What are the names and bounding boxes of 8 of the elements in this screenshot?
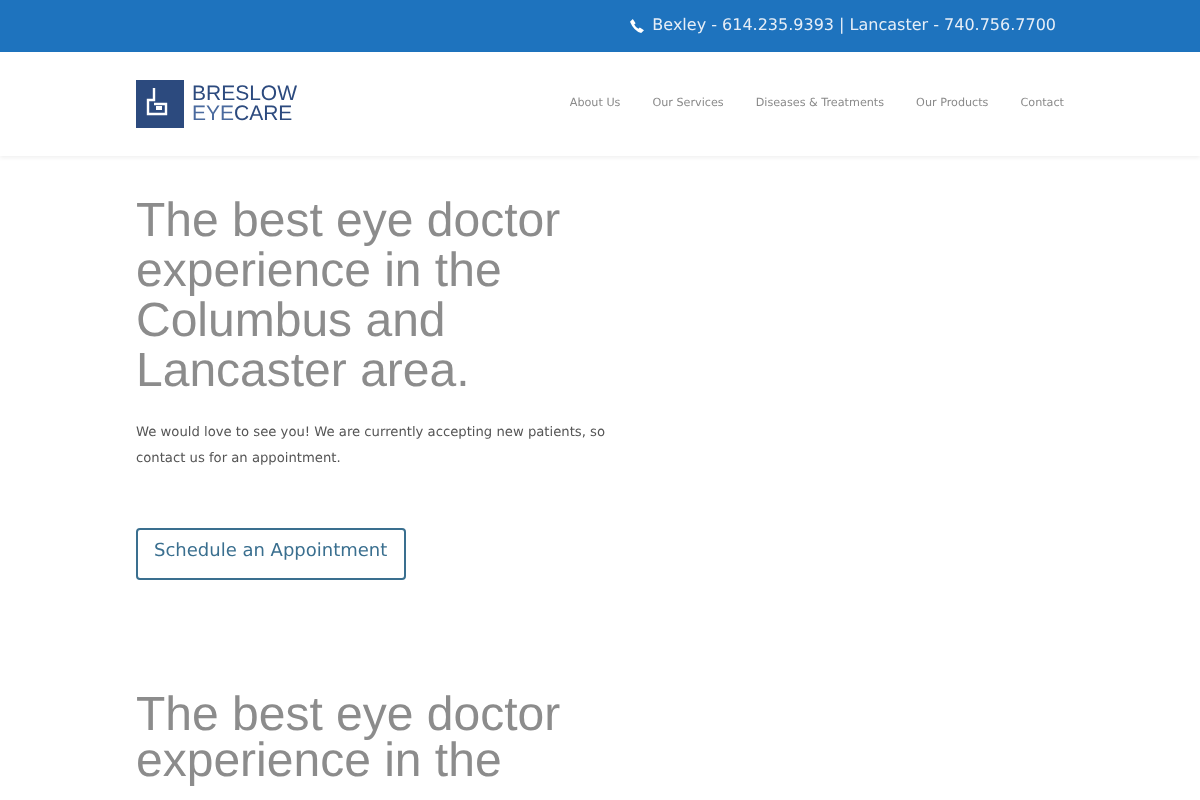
- phone-icon: [630, 18, 645, 34]
- breslow-logo[interactable]: BRESLOW EYECARE: [136, 80, 298, 128]
- logo-text: EYECARE: [192, 104, 295, 124]
- schedule-button[interactable]: Schedule an Appointment: [136, 528, 406, 579]
- phone-numbers: Bexley - 614.235.9393 | Lancaster - 740.756.7700: [652, 14, 1056, 38]
- hero-heading: The best eye doctor experience in the Columbus and Lancaster area.: [136, 196, 563, 396]
- section-heading: The best eye doctor experience in the: [136, 691, 563, 783]
- logo-text: BRESLOW: [192, 84, 298, 104]
